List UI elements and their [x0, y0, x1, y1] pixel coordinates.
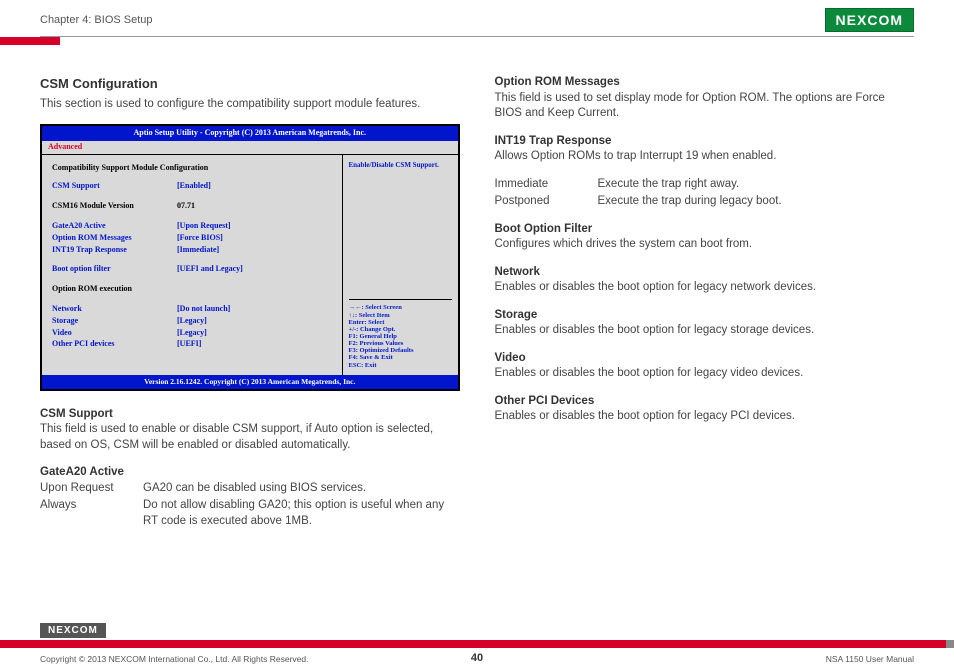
def-val: Do not allow disabling GA20; this option… — [143, 498, 460, 529]
bios-row-value[interactable]: [Legacy] — [177, 316, 207, 327]
bios-row-label[interactable]: Video — [52, 328, 177, 339]
bios-row-value[interactable]: [Do not launch] — [177, 304, 230, 315]
bios-tab-advanced[interactable]: Advanced — [42, 141, 458, 155]
bios-row-value[interactable]: [UEFI and Legacy] — [177, 264, 243, 275]
paragraph: Configures which drives the system can b… — [495, 237, 915, 253]
bios-row-label: CSM16 Module Version — [52, 201, 177, 212]
left-column: CSM Configuration This section is used t… — [40, 75, 460, 541]
bios-footer-bar: Version 2.16.1242. Copyright (C) 2013 Am… — [42, 375, 458, 389]
section-intro: This section is used to configure the co… — [40, 97, 460, 113]
subheading: Network — [495, 265, 915, 281]
def-val: Execute the trap during legacy boot. — [598, 194, 915, 210]
def-val: Execute the trap right away. — [598, 177, 915, 193]
subheading: INT19 Trap Response — [495, 134, 915, 150]
bios-help-panel: Enable/Disable CSM Support. →←: Select S… — [343, 155, 458, 375]
bios-row-label: Option ROM execution — [52, 284, 177, 295]
definition-table: Upon Request GA20 can be disabled using B… — [40, 481, 460, 530]
definition-table: Immediate Execute the trap right away. Po… — [495, 177, 915, 210]
def-key: Upon Request — [40, 481, 135, 497]
bios-title-bar: Aptio Setup Utility - Copyright (C) 2013… — [42, 126, 458, 141]
bios-body: Compatibility Support Module Configurati… — [42, 155, 458, 375]
subheading: Storage — [495, 308, 915, 324]
def-key: Always — [40, 498, 135, 529]
paragraph: This field is used to enable or disable … — [40, 422, 460, 453]
bios-row-label[interactable]: CSM Support — [52, 181, 177, 192]
page-header: Chapter 4: BIOS Setup NEXCOM — [0, 0, 954, 36]
bios-row-label[interactable]: Other PCI devices — [52, 339, 177, 350]
def-key: Postponed — [495, 194, 590, 210]
footer-brand-logo: NEXCOM — [40, 623, 106, 638]
bios-row-label[interactable]: Boot option filter — [52, 264, 177, 275]
bios-row-value[interactable]: [UEFI] — [177, 339, 201, 350]
def-key: Immediate — [495, 177, 590, 193]
bios-section-heading: Compatibility Support Module Configurati… — [52, 163, 332, 174]
paragraph: Enables or disables the boot option for … — [495, 280, 915, 296]
bios-key-legend: →←: Select Screen ↑↓: Select Item Enter:… — [349, 299, 452, 368]
bios-row-label[interactable]: Storage — [52, 316, 177, 327]
subheading: GateA20 Active — [40, 465, 460, 481]
bios-row-value[interactable]: [Immediate] — [177, 245, 219, 256]
page-number: 40 — [471, 652, 483, 664]
paragraph: Enables or disables the boot option for … — [495, 366, 915, 382]
bios-row-label[interactable]: INT19 Trap Response — [52, 245, 177, 256]
paragraph: Enables or disables the boot option for … — [495, 409, 915, 425]
brand-logo: NEXCOM — [825, 8, 914, 32]
footer-red-bar — [0, 640, 954, 648]
chapter-title: Chapter 4: BIOS Setup — [40, 14, 153, 26]
bios-settings-panel: Compatibility Support Module Configurati… — [42, 155, 343, 375]
corner-squares — [938, 640, 954, 648]
red-accent-bar — [0, 37, 60, 45]
bios-screenshot: Aptio Setup Utility - Copyright (C) 2013… — [40, 124, 460, 391]
bios-row-label[interactable]: Network — [52, 304, 177, 315]
bios-row-label[interactable]: GateA20 Active — [52, 221, 177, 232]
subheading: Video — [495, 351, 915, 367]
subheading: CSM Support — [40, 407, 460, 423]
paragraph: Allows Option ROMs to trap Interrupt 19 … — [495, 149, 915, 165]
copyright-text: Copyright © 2013 NEXCOM International Co… — [40, 654, 308, 664]
content-columns: CSM Configuration This section is used t… — [0, 45, 954, 541]
subheading: Option ROM Messages — [495, 75, 915, 91]
bios-help-text: Enable/Disable CSM Support. — [349, 161, 452, 170]
subheading: Boot Option Filter — [495, 222, 915, 238]
bios-row-value[interactable]: [Upon Request] — [177, 221, 231, 232]
bios-row-value: 07.71 — [177, 201, 195, 212]
paragraph: This field is used to set display mode f… — [495, 91, 915, 122]
right-column: Option ROM Messages This field is used t… — [495, 75, 915, 541]
section-title: CSM Configuration — [40, 75, 460, 93]
paragraph: Enables or disables the boot option for … — [495, 323, 915, 339]
bios-row-value[interactable]: [Force BIOS] — [177, 233, 223, 244]
header-rule — [40, 36, 914, 37]
subheading: Other PCI Devices — [495, 394, 915, 410]
bios-row-label[interactable]: Option ROM Messages — [52, 233, 177, 244]
def-val: GA20 can be disabled using BIOS services… — [143, 481, 460, 497]
bios-row-value[interactable]: [Enabled] — [177, 181, 211, 192]
bios-row-value[interactable]: [Legacy] — [177, 328, 207, 339]
doc-title: NSA 1150 User Manual — [826, 654, 914, 664]
